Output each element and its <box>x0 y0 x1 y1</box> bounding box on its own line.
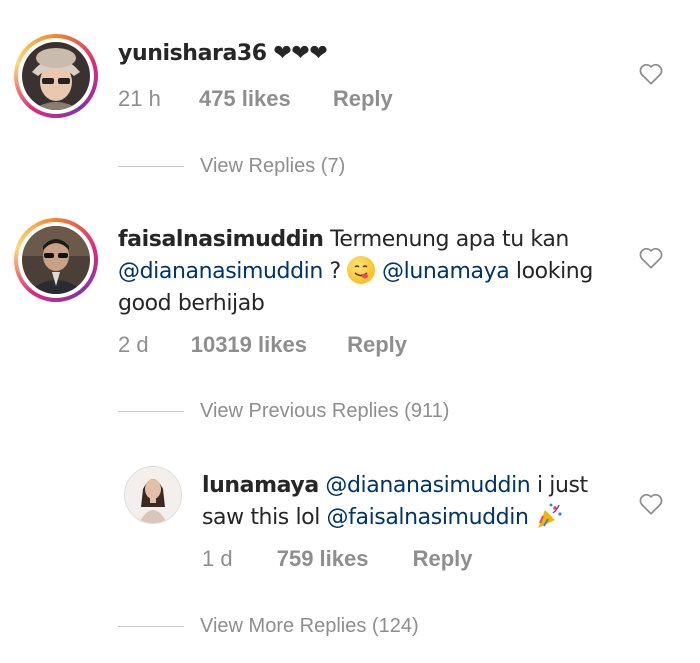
timestamp: 1 d <box>202 546 233 571</box>
view-more-replies-button[interactable]: View More Replies (124) <box>118 615 419 638</box>
comment-meta: 1 d 759 likes Reply <box>202 546 473 572</box>
reply-lunamaya: lunamaya @diananasimuddin i just saw thi… <box>0 0 700 663</box>
reply-button[interactable]: Reply <box>413 546 473 571</box>
heart-outline-icon[interactable] <box>638 492 664 516</box>
mention-link[interactable]: @diananasimuddin <box>325 473 530 498</box>
divider-line <box>118 626 184 628</box>
avatar-photo <box>125 467 181 523</box>
view-replies-label: View More Replies (124) <box>200 615 419 637</box>
username[interactable]: lunamaya <box>202 473 319 498</box>
party-popper-emoji <box>535 502 563 530</box>
likes-count[interactable]: 759 likes <box>277 546 369 571</box>
avatar-lunamaya[interactable] <box>124 466 182 524</box>
mention-link[interactable]: @faisalnasimuddin <box>327 505 529 530</box>
comment-body: lunamaya @diananasimuddin i just saw thi… <box>202 470 612 534</box>
